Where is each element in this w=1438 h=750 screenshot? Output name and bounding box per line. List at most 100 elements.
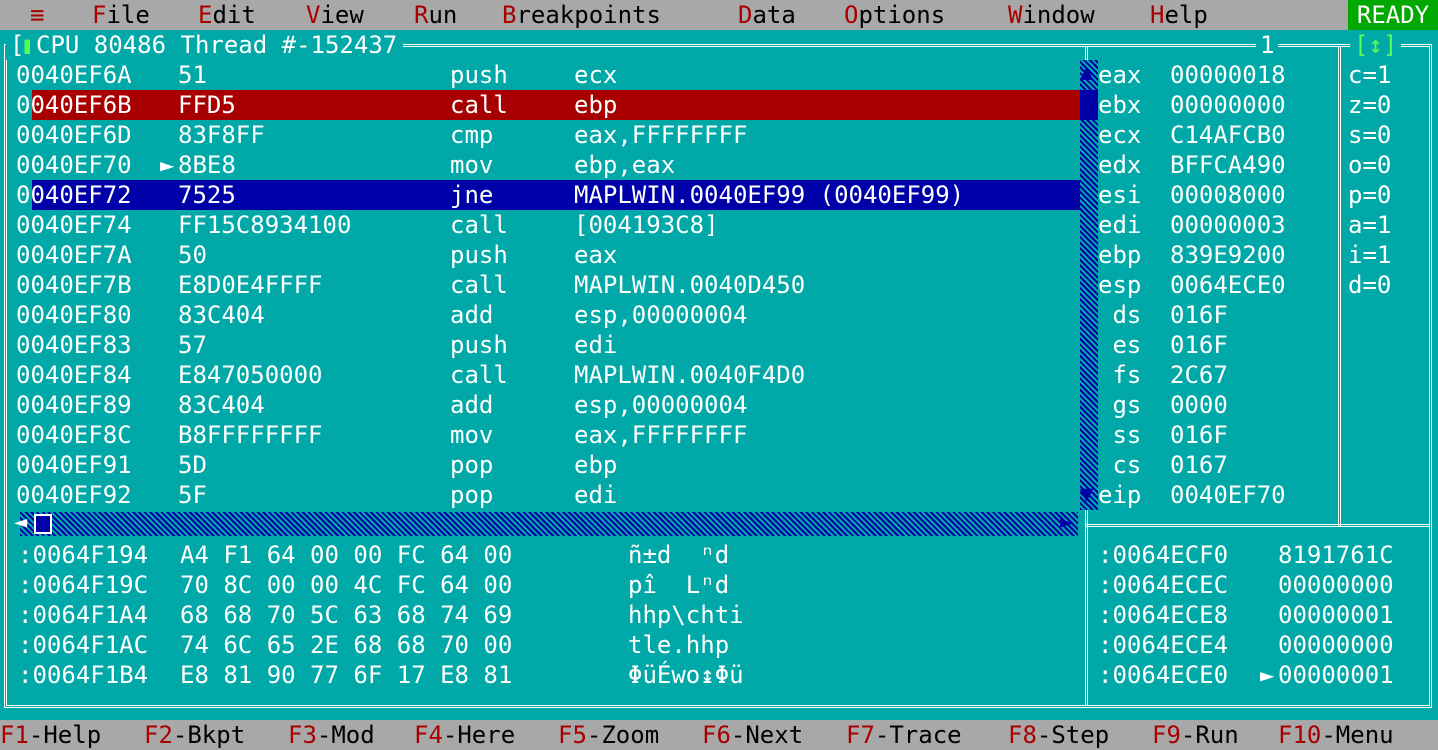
- disassembly-row[interactable]: 0040EF89 83C404 add esp,00000004: [16, 390, 1080, 420]
- disassembly-row[interactable]: 0040EF74 FF15C8934100 call [004193C8]: [16, 210, 1080, 240]
- instruction-address: 0040EF91: [16, 451, 132, 479]
- menu-edit[interactable]: Edit: [198, 0, 256, 30]
- menu-breakpoints[interactable]: Breakpoints: [502, 0, 661, 30]
- fkey-f10[interactable]: F10-Menu: [1278, 720, 1394, 750]
- flag-item[interactable]: i=1: [1348, 240, 1391, 270]
- instruction-operands: MAPLWIN.0040EF99 (0040EF99): [574, 181, 965, 209]
- instruction-address: 0040EF70: [16, 151, 132, 179]
- menu-view[interactable]: View: [306, 0, 364, 30]
- register-row[interactable]: edx BFFCA490: [1098, 150, 1334, 180]
- stack-row[interactable]: :0064ECF0 8191761C: [1098, 540, 1428, 570]
- disassembly-row[interactable]: 0040EF92 5F pop edi: [16, 480, 1080, 510]
- flag-item[interactable]: c=1: [1348, 60, 1391, 90]
- disassembly-row[interactable]: 0040EF70 ► 8BE8 mov ebp,eax: [16, 150, 1080, 180]
- register-row[interactable]: esp 0064ECE0: [1098, 270, 1334, 300]
- register-name: edx: [1098, 151, 1142, 179]
- menu-window[interactable]: Window: [1008, 0, 1095, 30]
- register-row[interactable]: edi 00000003: [1098, 210, 1334, 240]
- disassembly-row[interactable]: 0040EF6B FFD5 call ebp: [16, 90, 1096, 120]
- instruction-mnemonic: add: [450, 301, 494, 329]
- instruction-bytes: 57: [178, 331, 207, 359]
- menu-hotkey: E: [198, 1, 213, 29]
- fkey-f8[interactable]: F8-Step: [1008, 720, 1109, 750]
- register-row[interactable]: ebp 839E9200: [1098, 240, 1334, 270]
- fkey-f6[interactable]: F6-Next: [702, 720, 803, 750]
- menu-hotkey: H: [1150, 1, 1165, 29]
- scroll-down-arrow-icon[interactable]: ▼: [1080, 482, 1093, 507]
- stack-address: :0064ECE4: [1098, 631, 1229, 659]
- instruction-mnemonic: cmp: [450, 121, 494, 149]
- instruction-address: 0040EF6B: [16, 91, 132, 119]
- menu-label: elp: [1164, 1, 1208, 29]
- flag-item[interactable]: o=0: [1348, 150, 1391, 180]
- disassembly-row[interactable]: 0040EF72 7525 jne MAPLWIN.0040EF99 (0040EF…: [16, 180, 1096, 210]
- menu-help[interactable]: Help: [1150, 0, 1208, 30]
- menu-file[interactable]: File: [92, 0, 150, 30]
- menu-data[interactable]: Data: [738, 0, 796, 30]
- fkey-f7[interactable]: F7-Trace: [846, 720, 962, 750]
- flag-item[interactable]: p=0: [1348, 180, 1391, 210]
- flag-item[interactable]: d=0: [1348, 270, 1391, 300]
- disassembly-row[interactable]: 0040EF80 83C404 add esp,00000004: [16, 300, 1080, 330]
- register-row[interactable]: ss 016F: [1098, 420, 1334, 450]
- fkey-f3[interactable]: F3-Mod: [288, 720, 375, 750]
- flag-item[interactable]: a=1: [1348, 210, 1391, 240]
- fkey-label: -Run: [1180, 721, 1239, 749]
- register-row[interactable]: ebx 00000000: [1098, 90, 1334, 120]
- dump-row[interactable]: :0064F194 A4 F1 64 00 00 FC 64 00 ñ±d ⁿd: [18, 540, 1078, 570]
- register-name: gs: [1098, 391, 1142, 419]
- register-row[interactable]: fs 2C67: [1098, 360, 1334, 390]
- instruction-bytes: E8D0E4FFFF: [178, 271, 323, 299]
- fkey-f2[interactable]: F2-Bkpt: [144, 720, 245, 750]
- fkey-f5[interactable]: F5-Zoom: [558, 720, 659, 750]
- register-row[interactable]: eax 00000018: [1098, 60, 1334, 90]
- menu-label: indow: [1022, 1, 1095, 29]
- register-row[interactable]: cs 0167: [1098, 450, 1334, 480]
- register-row[interactable]: eip 0040EF70: [1098, 480, 1334, 510]
- stack-row[interactable]: :0064ECE4 00000000: [1098, 630, 1428, 660]
- dump-address: :0064F1AC: [18, 631, 149, 659]
- disassembly-row[interactable]: 0040EF8C B8FFFFFFFF mov eax,FFFFFFFF: [16, 420, 1080, 450]
- scroll-left-arrow-icon[interactable]: ◄: [14, 510, 27, 535]
- flag-item[interactable]: s=0: [1348, 120, 1391, 150]
- disassembly-row[interactable]: 0040EF7B E8D0E4FFFF call MAPLWIN.0040D450: [16, 270, 1080, 300]
- register-row[interactable]: esi 00008000: [1098, 180, 1334, 210]
- instruction-address: 0040EF7B: [16, 271, 132, 299]
- instruction-mnemonic: jne: [450, 181, 494, 209]
- disassembly-row[interactable]: 0040EF83 57 push edi: [16, 330, 1080, 360]
- dump-row[interactable]: :0064F1AC 74 6C 65 2E 68 68 70 00 tle.hhp: [18, 630, 1078, 660]
- register-row[interactable]: ecx C14AFCB0: [1098, 120, 1334, 150]
- disassembly-row[interactable]: 0040EF6D 83F8FF cmp eax,FFFFFFFF: [16, 120, 1080, 150]
- menu-run[interactable]: Run: [414, 0, 457, 30]
- ip-marker-icon: [160, 120, 174, 150]
- menu-options[interactable]: Options: [844, 0, 945, 30]
- instruction-bytes: 51: [178, 61, 207, 89]
- fkey-f1[interactable]: F1-Help: [0, 720, 101, 750]
- dump-row[interactable]: :0064F1B4 E8 81 90 77 6F 17 E8 81 ΦüÉwo↨Φü: [18, 660, 1078, 690]
- fkey-f4[interactable]: F4-Here: [414, 720, 515, 750]
- disassembly-row[interactable]: 0040EF84 E847050000 call MAPLWIN.0040F4D0: [16, 360, 1080, 390]
- flag-item[interactable]: z=0: [1348, 90, 1391, 120]
- disassembly-row[interactable]: 0040EF7A 50 push eax: [16, 240, 1080, 270]
- register-row[interactable]: gs 0000: [1098, 390, 1334, 420]
- instruction-bytes: E847050000: [178, 361, 323, 389]
- menu-label: reakpoints: [516, 1, 661, 29]
- dump-row[interactable]: :0064F1A4 68 68 70 5C 63 68 74 69 hhp\chti: [18, 600, 1078, 630]
- register-row[interactable]: ds 016F: [1098, 300, 1334, 330]
- disassembly-row[interactable]: 0040EF91 5D pop ebp: [16, 450, 1080, 480]
- stack-row[interactable]: :0064ECEC 00000000: [1098, 570, 1428, 600]
- zoom-icon[interactable]: [↕]: [1350, 30, 1402, 60]
- stack-row[interactable]: :0064ECE0 ► 00000001: [1098, 660, 1428, 690]
- stack-row[interactable]: :0064ECE8 00000001: [1098, 600, 1428, 630]
- disassembly-row[interactable]: 0040EF6A 51 push ecx: [16, 60, 1080, 90]
- scroll-right-arrow-icon[interactable]: ►: [1060, 510, 1073, 535]
- ip-marker-icon: [160, 180, 174, 210]
- system-menu-icon[interactable]: ≡: [30, 0, 44, 30]
- ip-marker-icon: [160, 480, 174, 510]
- fkey-f9[interactable]: F9-Run: [1152, 720, 1239, 750]
- dump-row[interactable]: :0064F19C 70 8C 00 00 4C FC 64 00 pî Lⁿd: [18, 570, 1078, 600]
- register-name: ds: [1098, 301, 1142, 329]
- register-row[interactable]: es 016F: [1098, 330, 1334, 360]
- horizontal-scroll-thumb[interactable]: [34, 514, 52, 534]
- disassembly-horizontal-scrollbar[interactable]: [20, 512, 1078, 536]
